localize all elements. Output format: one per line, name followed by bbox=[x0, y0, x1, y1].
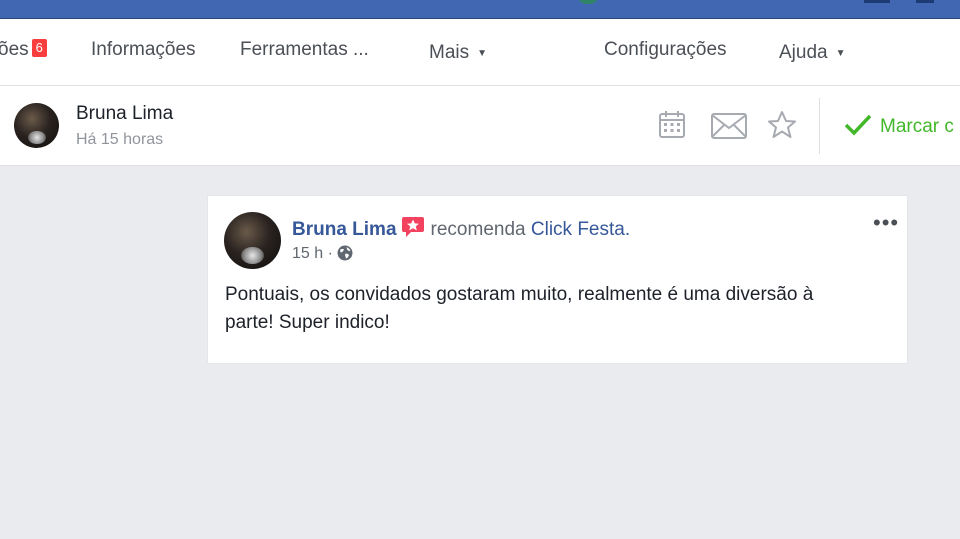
nav-item-configuracoes[interactable]: Configurações bbox=[604, 39, 727, 61]
top-bar-icon[interactable] bbox=[864, 0, 890, 3]
meta-separator: · bbox=[327, 245, 333, 262]
post-author-link[interactable]: Bruna Lima bbox=[292, 219, 397, 240]
nav-item-informacoes[interactable]: Informações bbox=[91, 39, 196, 61]
conversation-name[interactable]: Bruna Lima bbox=[76, 103, 173, 125]
globe-icon[interactable] bbox=[337, 245, 353, 261]
nav-item-label: Mais bbox=[429, 42, 470, 63]
caret-down-icon: ▼ bbox=[835, 48, 846, 59]
avatar[interactable] bbox=[224, 212, 281, 269]
notification-count-badge: 6 bbox=[31, 39, 47, 57]
recommendation-badge-icon bbox=[401, 216, 425, 244]
mark-done-button[interactable]: Marcar c bbox=[844, 114, 954, 138]
nav-item-label: Configurações bbox=[604, 39, 727, 60]
post-time-link[interactable]: 15 h bbox=[292, 245, 323, 262]
caret-down-icon: ▼ bbox=[477, 48, 488, 59]
post-header: Bruna Lima recomenda Click Festa. bbox=[292, 216, 630, 244]
nav-item-mais[interactable]: Mais ▼ bbox=[429, 42, 487, 64]
page-nav-bar: ões 6 Informações Ferramentas ... Mais ▼ C… bbox=[0, 19, 960, 86]
nav-item-label: Ajuda bbox=[779, 42, 828, 63]
star-icon[interactable] bbox=[767, 110, 797, 144]
checkmark-icon bbox=[844, 114, 872, 136]
mark-done-label: Marcar c bbox=[880, 116, 954, 137]
nav-item-label: Ferramentas ... bbox=[240, 39, 369, 60]
post-verb: recomenda bbox=[430, 219, 526, 240]
recommended-page-link[interactable]: Click Festa. bbox=[531, 219, 630, 240]
avatar[interactable] bbox=[14, 103, 59, 148]
notifications-globe-icon[interactable] bbox=[577, 0, 599, 4]
nav-item-notifications[interactable]: ões 6 bbox=[0, 39, 47, 61]
post-meta: 15 h · bbox=[292, 245, 353, 263]
header-divider bbox=[819, 98, 820, 154]
nav-item-ferramentas[interactable]: Ferramentas ... bbox=[240, 39, 369, 61]
post-options-icon[interactable]: ••• bbox=[873, 212, 899, 234]
envelope-icon[interactable] bbox=[711, 113, 747, 144]
nav-item-label: ões bbox=[0, 39, 29, 60]
conversation-time: Há 15 horas bbox=[76, 131, 164, 148]
calendar-icon[interactable] bbox=[659, 110, 685, 143]
top-bar-icon[interactable] bbox=[916, 0, 934, 3]
post-body: Pontuais, os convidados gostaram muito, … bbox=[225, 284, 814, 333]
conversation-header: Bruna Lima Há 15 horas Marcar c bbox=[0, 86, 960, 166]
nav-item-label: Informações bbox=[91, 39, 196, 60]
top-bar bbox=[0, 0, 960, 19]
nav-item-ajuda[interactable]: Ajuda ▼ bbox=[779, 42, 846, 64]
recommendation-post: Bruna Lima recomenda Click Festa. 15 h ·… bbox=[207, 195, 908, 364]
